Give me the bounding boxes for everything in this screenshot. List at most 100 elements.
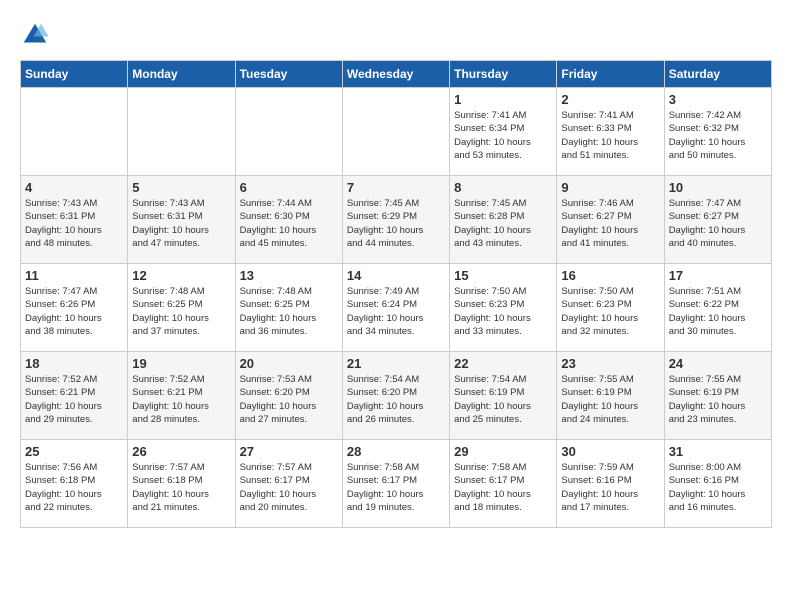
- day-info: Sunrise: 7:53 AM Sunset: 6:20 PM Dayligh…: [240, 373, 338, 426]
- day-number: 15: [454, 268, 552, 283]
- day-info: Sunrise: 7:45 AM Sunset: 6:28 PM Dayligh…: [454, 197, 552, 250]
- day-number: 4: [25, 180, 123, 195]
- day-info: Sunrise: 7:43 AM Sunset: 6:31 PM Dayligh…: [132, 197, 230, 250]
- day-info: Sunrise: 7:48 AM Sunset: 6:25 PM Dayligh…: [240, 285, 338, 338]
- calendar-cell: 5Sunrise: 7:43 AM Sunset: 6:31 PM Daylig…: [128, 176, 235, 264]
- calendar-cell: [128, 88, 235, 176]
- day-info: Sunrise: 8:00 AM Sunset: 6:16 PM Dayligh…: [669, 461, 767, 514]
- day-info: Sunrise: 7:52 AM Sunset: 6:21 PM Dayligh…: [132, 373, 230, 426]
- day-number: 9: [561, 180, 659, 195]
- calendar-cell: 13 Sunrise: 7:48 AM Sunset: 6:25 PM Dayli…: [235, 264, 342, 352]
- calendar-cell: 2 Sunrise: 7:41 AM Sunset: 6:33 PM Daylig…: [557, 88, 664, 176]
- calendar-table: SundayMondayTuesdayWednesdayThursdayFrid…: [20, 60, 772, 528]
- calendar-cell: 29 Sunrise: 7:58 AM Sunset: 6:17 PM Dayli…: [450, 440, 557, 528]
- day-number: 11: [25, 268, 123, 283]
- day-number: 18: [25, 356, 123, 371]
- calendar-cell: 16Sunrise: 7:50 AM Sunset: 6:23 PM Dayli…: [557, 264, 664, 352]
- day-info: Sunrise: 7:42 AM Sunset: 6:32 PM Dayligh…: [669, 109, 767, 162]
- day-number: 27: [240, 444, 338, 459]
- calendar-cell: 22 Sunrise: 7:54 AM Sunset: 6:19 PM Dayli…: [450, 352, 557, 440]
- day-info: Sunrise: 7:41 AM Sunset: 6:34 PM Dayligh…: [454, 109, 552, 162]
- logo-icon: [20, 20, 50, 50]
- week-row-1: 1Sunrise: 7:41 AM Sunset: 6:34 PM Daylig…: [21, 88, 772, 176]
- calendar-cell: [235, 88, 342, 176]
- day-number: 14: [347, 268, 445, 283]
- day-header-monday: Monday: [128, 61, 235, 88]
- day-number: 21: [347, 356, 445, 371]
- day-info: Sunrise: 7:44 AM Sunset: 6:30 PM Dayligh…: [240, 197, 338, 250]
- day-header-tuesday: Tuesday: [235, 61, 342, 88]
- day-number: 24: [669, 356, 767, 371]
- day-number: 29: [454, 444, 552, 459]
- day-header-saturday: Saturday: [664, 61, 771, 88]
- day-number: 22: [454, 356, 552, 371]
- day-number: 16: [561, 268, 659, 283]
- calendar-cell: 26 Sunrise: 7:57 AM Sunset: 6:18 PM Dayli…: [128, 440, 235, 528]
- day-info: Sunrise: 7:57 AM Sunset: 6:17 PM Dayligh…: [240, 461, 338, 514]
- calendar-cell: 10Sunrise: 7:47 AM Sunset: 6:27 PM Dayli…: [664, 176, 771, 264]
- day-number: 25: [25, 444, 123, 459]
- day-info: Sunrise: 7:58 AM Sunset: 6:17 PM Dayligh…: [454, 461, 552, 514]
- day-info: Sunrise: 7:46 AM Sunset: 6:27 PM Dayligh…: [561, 197, 659, 250]
- day-number: 8: [454, 180, 552, 195]
- day-number: 30: [561, 444, 659, 459]
- day-number: 31: [669, 444, 767, 459]
- calendar-cell: 25 Sunrise: 7:56 AM Sunset: 6:18 PM Dayli…: [21, 440, 128, 528]
- day-number: 17: [669, 268, 767, 283]
- calendar-cell: 8 Sunrise: 7:45 AM Sunset: 6:28 PM Daylig…: [450, 176, 557, 264]
- calendar-cell: 14 Sunrise: 7:49 AM Sunset: 6:24 PM Dayli…: [342, 264, 449, 352]
- calendar-cell: 6 Sunrise: 7:44 AM Sunset: 6:30 PM Daylig…: [235, 176, 342, 264]
- calendar-cell: 18 Sunrise: 7:52 AM Sunset: 6:21 PM Dayli…: [21, 352, 128, 440]
- day-info: Sunrise: 7:59 AM Sunset: 6:16 PM Dayligh…: [561, 461, 659, 514]
- days-header-row: SundayMondayTuesdayWednesdayThursdayFrid…: [21, 61, 772, 88]
- calendar-cell: 4 Sunrise: 7:43 AM Sunset: 6:31 PM Daylig…: [21, 176, 128, 264]
- calendar-cell: 1Sunrise: 7:41 AM Sunset: 6:34 PM Daylig…: [450, 88, 557, 176]
- day-info: Sunrise: 7:55 AM Sunset: 6:19 PM Dayligh…: [669, 373, 767, 426]
- day-info: Sunrise: 7:50 AM Sunset: 6:23 PM Dayligh…: [454, 285, 552, 338]
- day-number: 2: [561, 92, 659, 107]
- calendar-cell: 20 Sunrise: 7:53 AM Sunset: 6:20 PM Dayli…: [235, 352, 342, 440]
- day-info: Sunrise: 7:58 AM Sunset: 6:17 PM Dayligh…: [347, 461, 445, 514]
- calendar-cell: [342, 88, 449, 176]
- week-row-4: 18 Sunrise: 7:52 AM Sunset: 6:21 PM Dayli…: [21, 352, 772, 440]
- day-header-thursday: Thursday: [450, 61, 557, 88]
- week-row-2: 4 Sunrise: 7:43 AM Sunset: 6:31 PM Daylig…: [21, 176, 772, 264]
- day-number: 28: [347, 444, 445, 459]
- day-info: Sunrise: 7:51 AM Sunset: 6:22 PM Dayligh…: [669, 285, 767, 338]
- calendar-cell: 17 Sunrise: 7:51 AM Sunset: 6:22 PM Dayli…: [664, 264, 771, 352]
- day-info: Sunrise: 7:55 AM Sunset: 6:19 PM Dayligh…: [561, 373, 659, 426]
- calendar-cell: 24 Sunrise: 7:55 AM Sunset: 6:19 PM Dayli…: [664, 352, 771, 440]
- day-info: Sunrise: 7:41 AM Sunset: 6:33 PM Dayligh…: [561, 109, 659, 162]
- day-info: Sunrise: 7:56 AM Sunset: 6:18 PM Dayligh…: [25, 461, 123, 514]
- calendar-cell: 7Sunrise: 7:45 AM Sunset: 6:29 PM Daylig…: [342, 176, 449, 264]
- calendar-cell: 27 Sunrise: 7:57 AM Sunset: 6:17 PM Dayli…: [235, 440, 342, 528]
- calendar-cell: 11 Sunrise: 7:47 AM Sunset: 6:26 PM Dayli…: [21, 264, 128, 352]
- calendar-cell: 30 Sunrise: 7:59 AM Sunset: 6:16 PM Dayli…: [557, 440, 664, 528]
- day-info: Sunrise: 7:47 AM Sunset: 6:26 PM Dayligh…: [25, 285, 123, 338]
- day-info: Sunrise: 7:48 AM Sunset: 6:25 PM Dayligh…: [132, 285, 230, 338]
- day-info: Sunrise: 7:54 AM Sunset: 6:20 PM Dayligh…: [347, 373, 445, 426]
- day-info: Sunrise: 7:52 AM Sunset: 6:21 PM Dayligh…: [25, 373, 123, 426]
- day-info: Sunrise: 7:57 AM Sunset: 6:18 PM Dayligh…: [132, 461, 230, 514]
- day-number: 12: [132, 268, 230, 283]
- calendar-cell: 12 Sunrise: 7:48 AM Sunset: 6:25 PM Dayli…: [128, 264, 235, 352]
- day-number: 13: [240, 268, 338, 283]
- day-header-wednesday: Wednesday: [342, 61, 449, 88]
- day-number: 6: [240, 180, 338, 195]
- page-header: [20, 20, 772, 50]
- calendar-cell: 23Sunrise: 7:55 AM Sunset: 6:19 PM Dayli…: [557, 352, 664, 440]
- day-info: Sunrise: 7:54 AM Sunset: 6:19 PM Dayligh…: [454, 373, 552, 426]
- calendar-cell: 31 Sunrise: 8:00 AM Sunset: 6:16 PM Dayli…: [664, 440, 771, 528]
- calendar-cell: 28 Sunrise: 7:58 AM Sunset: 6:17 PM Dayli…: [342, 440, 449, 528]
- day-info: Sunrise: 7:49 AM Sunset: 6:24 PM Dayligh…: [347, 285, 445, 338]
- calendar-cell: 9 Sunrise: 7:46 AM Sunset: 6:27 PM Daylig…: [557, 176, 664, 264]
- day-number: 7: [347, 180, 445, 195]
- day-header-friday: Friday: [557, 61, 664, 88]
- logo: [20, 20, 54, 50]
- calendar-cell: [21, 88, 128, 176]
- day-number: 20: [240, 356, 338, 371]
- calendar-cell: 3Sunrise: 7:42 AM Sunset: 6:32 PM Daylig…: [664, 88, 771, 176]
- day-info: Sunrise: 7:43 AM Sunset: 6:31 PM Dayligh…: [25, 197, 123, 250]
- day-header-sunday: Sunday: [21, 61, 128, 88]
- day-number: 26: [132, 444, 230, 459]
